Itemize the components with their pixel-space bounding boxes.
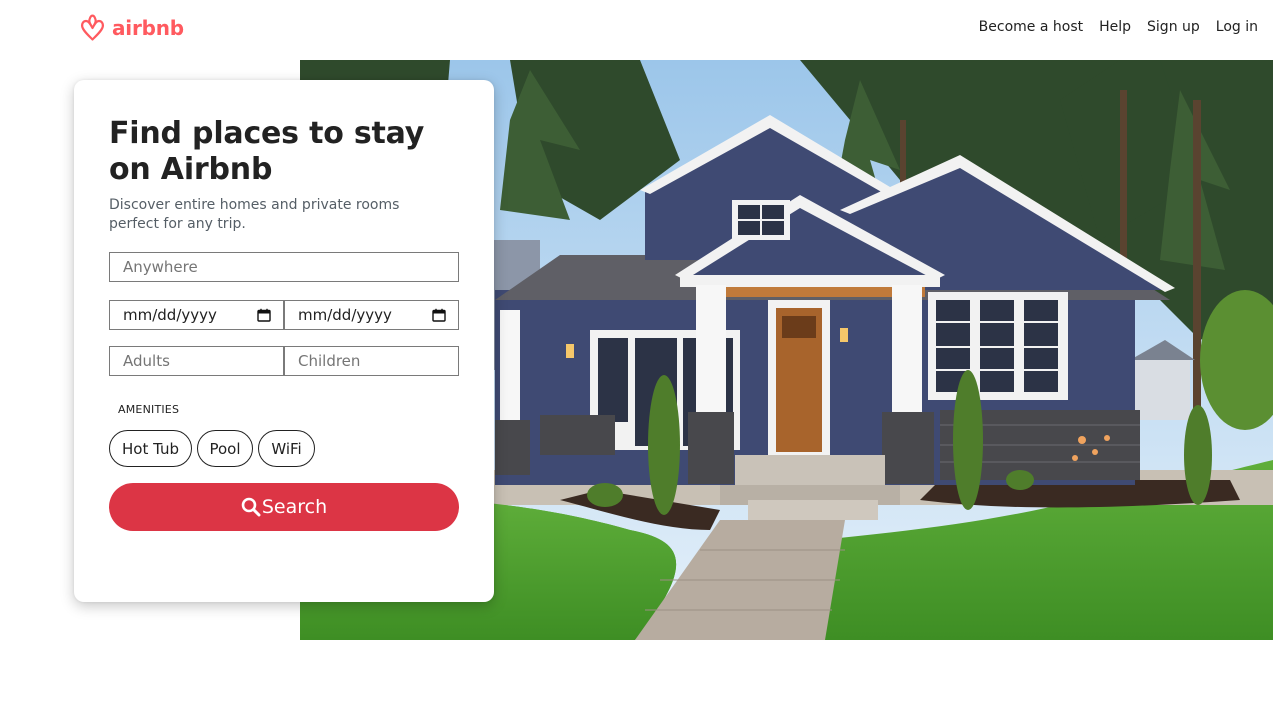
amenity-wifi-button[interactable]: WiFi bbox=[258, 430, 315, 467]
amenity-pool-button[interactable]: Pool bbox=[197, 430, 253, 467]
top-nav: Become a host Help Sign up Log in bbox=[979, 19, 1258, 35]
adults-input[interactable] bbox=[123, 352, 270, 370]
checkin-date-field[interactable]: mm/dd/yyyy bbox=[109, 300, 284, 330]
location-field[interactable] bbox=[109, 252, 459, 282]
top-header: airbnb Become a host Help Sign up Log in bbox=[0, 0, 1280, 58]
checkout-date-field[interactable]: mm/dd/yyyy bbox=[284, 300, 459, 330]
checkin-date-text: mm/dd/yyyy bbox=[123, 306, 217, 324]
children-input[interactable] bbox=[298, 352, 445, 370]
nav-signup-link[interactable]: Sign up bbox=[1147, 19, 1200, 35]
calendar-icon[interactable] bbox=[432, 308, 446, 322]
amenities-label: AMENITIES bbox=[118, 403, 180, 416]
calendar-icon[interactable] bbox=[257, 308, 271, 322]
amenity-hot-tub-button[interactable]: Hot Tub bbox=[109, 430, 192, 467]
nav-login-link[interactable]: Log in bbox=[1216, 19, 1258, 35]
children-field[interactable] bbox=[284, 346, 459, 376]
nav-become-host-link[interactable]: Become a host bbox=[979, 19, 1083, 35]
airbnb-logo[interactable]: airbnb bbox=[79, 13, 184, 43]
card-title: Find places to stay on Airbnb bbox=[109, 116, 425, 187]
location-input[interactable] bbox=[123, 258, 445, 276]
adults-field[interactable] bbox=[109, 346, 284, 376]
search-card: Find places to stay on Airbnb Discover e… bbox=[74, 80, 494, 602]
nav-help-link[interactable]: Help bbox=[1099, 19, 1131, 35]
card-subtitle: Discover entire homes and private rooms … bbox=[109, 197, 400, 232]
search-button-label: Search bbox=[261, 496, 328, 518]
search-icon bbox=[241, 497, 262, 517]
search-button[interactable]: Search bbox=[109, 483, 459, 531]
checkout-date-text: mm/dd/yyyy bbox=[298, 306, 392, 324]
airbnb-logo-icon bbox=[79, 13, 106, 43]
brand-name: airbnb bbox=[112, 16, 184, 40]
